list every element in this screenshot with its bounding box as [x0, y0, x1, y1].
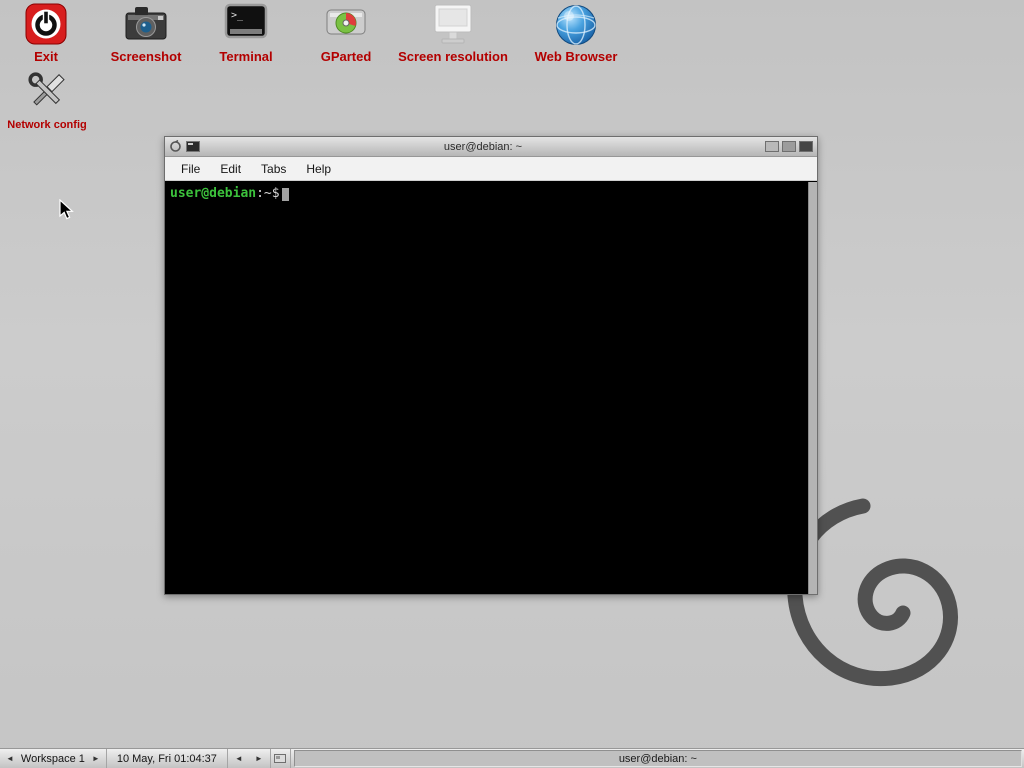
monitor-icon: [386, 2, 520, 50]
task-pager: ◄ ►: [228, 749, 271, 768]
terminal-window: user@debian: ~ File Edit Tabs Help user@…: [164, 136, 818, 595]
icon-label: Network config: [4, 118, 90, 132]
camera-icon: [96, 2, 196, 50]
clock: 10 May, Fri 01:04:37: [107, 749, 228, 768]
icon-label: Exit: [8, 50, 84, 64]
show-desktop-button[interactable]: [271, 749, 291, 768]
minimize-button[interactable]: [765, 141, 779, 152]
workspace-next-arrow[interactable]: ►: [90, 749, 102, 768]
task-next-arrow[interactable]: ►: [253, 749, 265, 768]
tools-icon: [4, 70, 90, 118]
desktop-icon-network-config[interactable]: Network config: [4, 70, 90, 132]
desktop-icon-gparted[interactable]: GParted: [302, 2, 390, 64]
window-titlebar[interactable]: user@debian: ~: [165, 137, 817, 157]
icon-label: Screen resolution: [386, 50, 520, 64]
scrollbar-thumb[interactable]: [809, 182, 817, 594]
terminal-scrollbar[interactable]: [808, 182, 817, 594]
taskbar: ◄ Workspace 1 ► 10 May, Fri 01:04:37 ◄ ►…: [0, 748, 1024, 768]
mouse-cursor: [57, 199, 77, 226]
menu-tabs[interactable]: Tabs: [251, 159, 296, 179]
desktop-icon-screenshot[interactable]: Screenshot: [96, 2, 196, 64]
disk-gauge-icon: [302, 2, 390, 50]
icon-label: Screenshot: [96, 50, 196, 64]
desktop-icon-terminal[interactable]: >_ Terminal: [200, 2, 292, 64]
globe-icon: [520, 2, 632, 50]
icon-label: Web Browser: [520, 50, 632, 64]
taskbar-window-button[interactable]: user@debian: ~: [294, 750, 1022, 767]
svg-text:>_: >_: [231, 10, 244, 21]
terminal-menubar: File Edit Tabs Help: [165, 157, 817, 181]
icon-label: Terminal: [200, 50, 292, 64]
desktop-grid-icon: [274, 753, 286, 765]
desktop-icon-screen-resolution[interactable]: Screen resolution: [386, 2, 520, 64]
terminal-cursor: [282, 188, 289, 201]
taskbar-window-title: user@debian: ~: [619, 753, 697, 765]
desktop-icon-exit[interactable]: Exit: [8, 2, 84, 64]
workspace-label[interactable]: Workspace 1: [21, 753, 85, 765]
menu-help[interactable]: Help: [296, 159, 341, 179]
task-prev-arrow[interactable]: ◄: [233, 749, 245, 768]
window-title: user@debian: ~: [204, 141, 762, 153]
workspace-switcher: ◄ Workspace 1 ►: [0, 749, 107, 768]
terminal-icon: >_: [200, 2, 292, 50]
prompt-tail: :~$: [256, 186, 279, 201]
menu-file[interactable]: File: [171, 159, 210, 179]
desktop-icon-web-browser[interactable]: Web Browser: [520, 2, 632, 64]
maximize-button[interactable]: [782, 141, 796, 152]
menu-edit[interactable]: Edit: [210, 159, 251, 179]
workspace-prev-arrow[interactable]: ◄: [4, 749, 16, 768]
power-icon: [8, 2, 84, 50]
shell-prompt: user@debian:~$: [165, 182, 817, 205]
terminal-content[interactable]: user@debian:~$: [165, 182, 817, 594]
clock-text: 10 May, Fri 01:04:37: [117, 753, 217, 765]
icon-label: GParted: [302, 50, 390, 64]
window-menu-icon[interactable]: [169, 140, 182, 153]
close-button[interactable]: [799, 141, 813, 152]
window-app-icon: [186, 141, 200, 152]
prompt-user-host: user@debian: [170, 186, 256, 201]
